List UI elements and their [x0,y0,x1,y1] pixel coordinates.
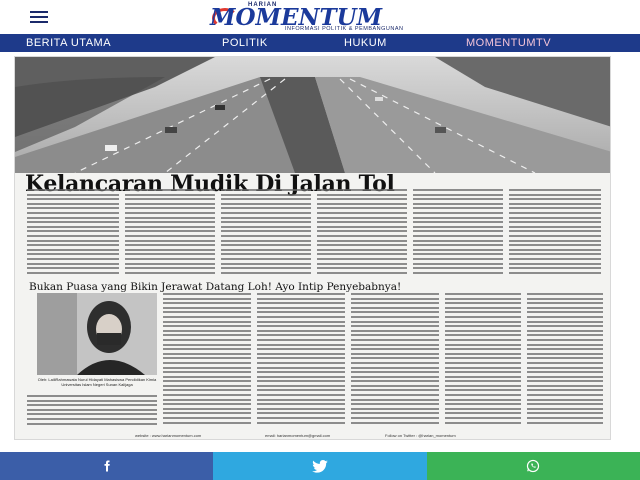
article-column-4 [317,189,407,277]
share-bar [0,452,640,480]
footer-email: email: harianmomentum@gmail.com [265,433,331,438]
subheadline: Bukan Puasa yang Bikin Jerawat Datang Lo… [29,281,402,293]
lower-column-6 [527,293,603,429]
article-column-1 [27,189,119,277]
author-caption: Oleh: LailiRahmawata Nurul Hidayati Maha… [37,377,157,387]
article-column-5 [413,189,503,277]
facebook-share-button[interactable] [0,452,214,480]
site-header: HARIAN MOMENTUM INFORMASI POLITIK & PEMB… [0,0,640,34]
twitter-share-button[interactable] [213,452,427,480]
twitter-icon [312,459,328,473]
whatsapp-share-button[interactable] [426,452,640,480]
nav-item-momentumtv[interactable]: MOMENTUMTV [466,34,551,52]
lower-column-2 [163,293,251,429]
footer-website: website : www.harianmomentum.com [135,433,202,438]
lower-column-1 [27,395,157,429]
newspaper-page[interactable]: Kelancaran Mudik Di Jalan Tol Bukan Puas… [14,56,611,440]
site-logo[interactable]: HARIAN MOMENTUM INFORMASI POLITIK & PEMB… [210,2,450,32]
page-footer: website : www.harianmomentum.com email: … [15,431,610,439]
lower-column-3 [257,293,345,429]
author-photo [37,293,157,375]
article-column-2 [125,189,215,277]
facebook-icon [104,460,110,472]
highway-photo [15,57,610,173]
article-column-3 [221,189,311,277]
nav-item-berita-utama[interactable]: BERITA UTAMA [26,34,111,52]
lower-column-5 [445,293,521,429]
main-nav: BERITA UTAMA POLITIK HUKUM MOMENTUMTV [0,34,640,52]
lower-column-4 [351,293,439,429]
whatsapp-icon [527,459,540,473]
footer-twitter: Follow on Twitter : @harian_momentum [385,433,456,438]
article-column-6 [509,189,601,277]
nav-item-hukum[interactable]: HUKUM [344,34,387,52]
nav-item-politik[interactable]: POLITIK [222,34,268,52]
hamburger-icon[interactable] [30,11,48,23]
logo-tagline: INFORMASI POLITIK & PEMBANGUNAN [285,26,404,32]
